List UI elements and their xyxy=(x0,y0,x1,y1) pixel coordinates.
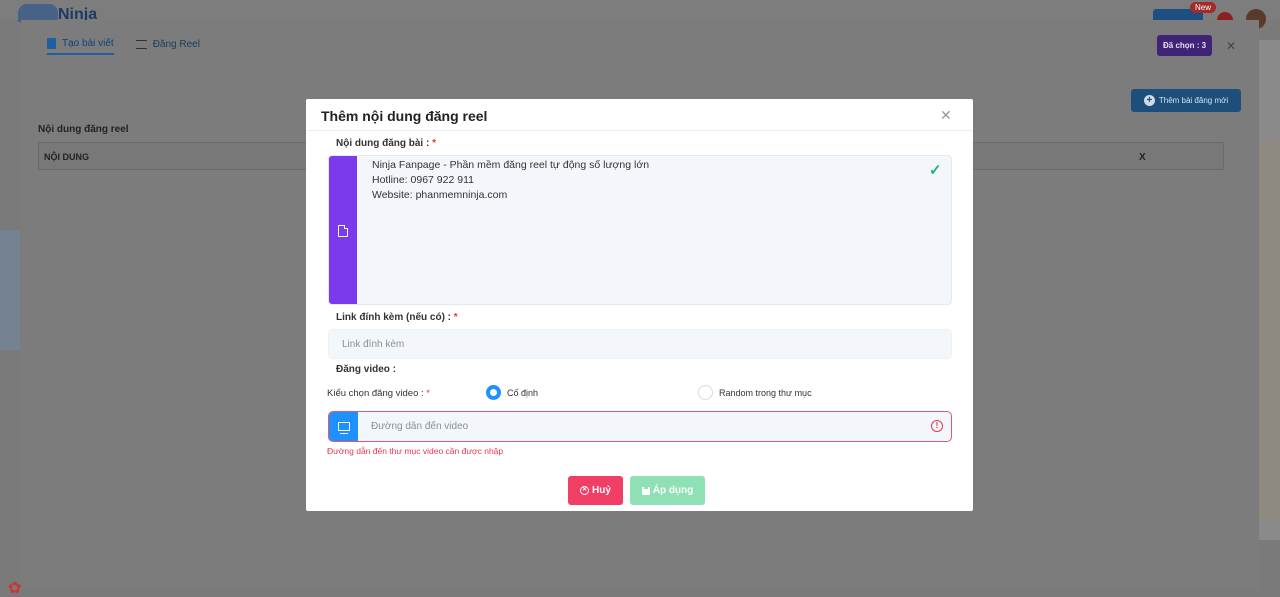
warning-icon: ! xyxy=(931,420,943,432)
panel-close-icon[interactable]: ✕ xyxy=(1226,39,1236,53)
add-reel-modal: Thêm nội dung đăng reel ✕ Nội dung đăng … xyxy=(306,99,973,511)
radio-fixed[interactable]: Cố định xyxy=(486,385,538,400)
link-input[interactable] xyxy=(328,329,952,359)
add-post-label: Thêm bài đăng mới xyxy=(1158,96,1229,105)
document-icon xyxy=(47,38,56,49)
sliders-icon xyxy=(135,40,147,49)
modal-title: Thêm nội dung đăng reel xyxy=(321,108,488,124)
video-path-input[interactable] xyxy=(371,412,921,441)
monitor-icon xyxy=(337,422,350,434)
panel-heading: Nội dung đăng reel xyxy=(38,124,129,135)
table-header-content: NỘI DUNG xyxy=(44,152,89,162)
file-icon xyxy=(338,225,348,237)
content-label: Nội dung đăng bài : * xyxy=(336,138,436,149)
apply-label: Áp dụng xyxy=(652,485,694,496)
content-line: Website: phanmemninja.com xyxy=(372,189,508,201)
cancel-icon: ✕ xyxy=(580,486,590,495)
radio-fixed-label: Cố định xyxy=(507,387,539,398)
content-text: Ninja Fanpage - Phần mềm đăng reel tự độ… xyxy=(372,158,649,203)
app-topbar xyxy=(0,0,1280,20)
table-header-x: X xyxy=(1139,152,1146,163)
content-side-bar xyxy=(329,156,357,304)
radio-dot xyxy=(698,385,713,400)
video-path-field[interactable]: ! xyxy=(328,411,952,442)
apply-button[interactable]: Áp dụng xyxy=(630,476,705,505)
required-mark: * xyxy=(432,138,437,149)
cancel-label: Huỷ xyxy=(592,485,611,496)
required-mark: * xyxy=(426,388,430,399)
link-label-text: Link đính kèm (nếu có) : xyxy=(336,312,452,323)
add-post-button[interactable]: + Thêm bài đăng mới xyxy=(1131,89,1241,112)
panel-tabs: Tạo bài viết Đăng Reel xyxy=(47,38,200,55)
video-mode-label-text: Kiểu chọn đăng video : xyxy=(327,388,424,399)
new-badge: New xyxy=(1190,2,1217,13)
tab-label: Đăng Reel xyxy=(152,39,200,50)
video-path-error: Đường dẫn đến thư mục video cần được nhậ… xyxy=(327,446,504,456)
radio-random-label: Random trong thư mục xyxy=(719,387,812,398)
close-icon[interactable]: ✕ xyxy=(940,107,952,124)
background-sidebar xyxy=(0,230,20,350)
save-icon xyxy=(641,486,650,495)
video-mode-label: Kiểu chọn đăng video : * xyxy=(327,388,430,399)
content-label-text: Nội dung đăng bài : xyxy=(336,138,430,149)
tab-post-reel[interactable]: Đăng Reel xyxy=(135,39,200,54)
modal-header: Thêm nội dung đăng reel ✕ xyxy=(306,99,973,131)
video-section-label: Đăng video : xyxy=(336,364,397,375)
plus-icon: + xyxy=(1143,95,1155,106)
check-icon: ✓ xyxy=(929,162,942,179)
selected-count-badge[interactable]: Đã chọn : 3 xyxy=(1157,35,1213,56)
cancel-button[interactable]: ✕ Huỷ xyxy=(568,476,623,505)
video-browse-button[interactable] xyxy=(329,412,358,441)
required-mark: * xyxy=(453,312,458,323)
content-textarea[interactable]: Ninja Fanpage - Phần mềm đăng reel tự độ… xyxy=(328,155,952,305)
radio-dot xyxy=(486,385,501,400)
link-label: Link đính kèm (nếu có) : * xyxy=(336,312,458,323)
content-line: Ninja Fanpage - Phần mềm đăng reel tự độ… xyxy=(372,159,650,171)
tab-create-post[interactable]: Tạo bài viết xyxy=(47,38,114,55)
radio-random[interactable]: Random trong thư mục xyxy=(698,385,812,400)
tab-label: Tạo bài viết xyxy=(62,38,114,49)
content-line: Hotline: 0967 922 911 xyxy=(372,174,474,186)
